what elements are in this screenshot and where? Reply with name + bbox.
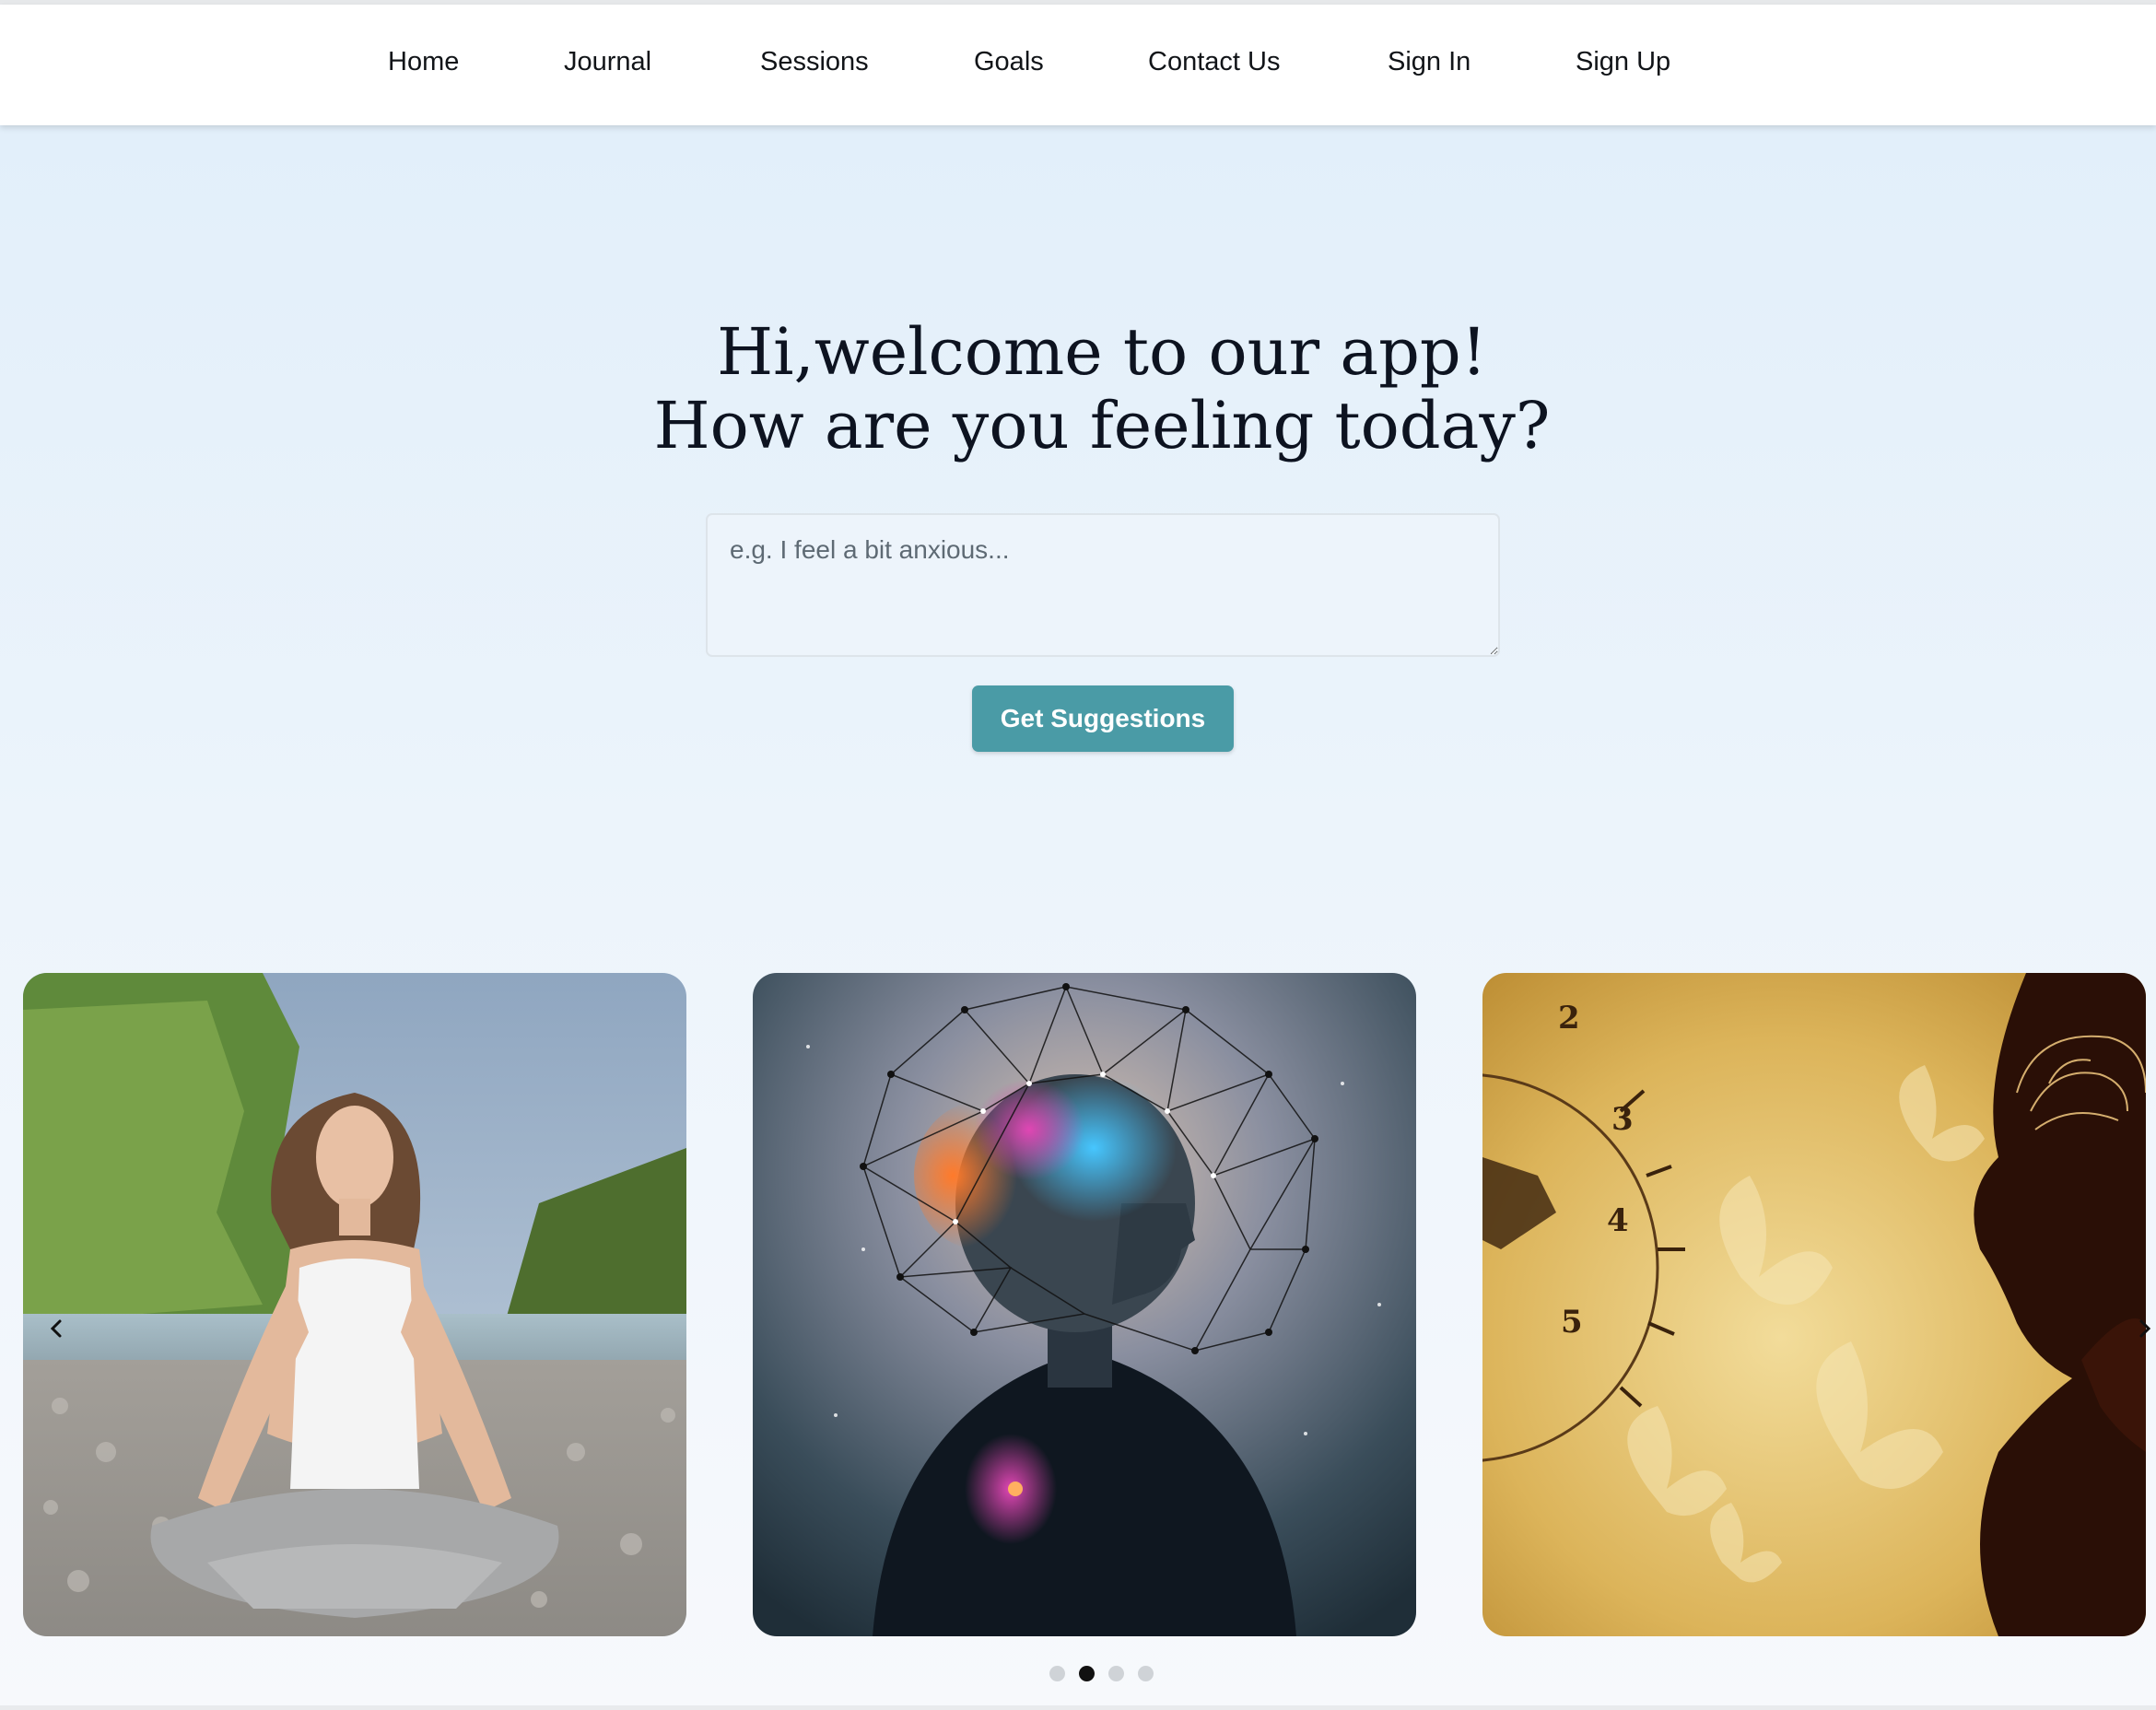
mood-input[interactable] bbox=[706, 513, 1500, 657]
carousel-next-button[interactable] bbox=[2136, 1310, 2156, 1347]
svg-text:4: 4 bbox=[1607, 1202, 1629, 1239]
svg-text:3: 3 bbox=[1611, 1101, 1634, 1138]
carousel-dot-4[interactable] bbox=[1138, 1666, 1154, 1681]
welcome-heading: Hi,welcome to our app! How are you feeli… bbox=[0, 315, 2156, 463]
carousel-slide-clock-brain[interactable]: 2 3 4 5 bbox=[1482, 973, 2146, 1636]
nav-contact-us-link[interactable]: Contact Us bbox=[1148, 47, 1280, 77]
nav-home-link[interactable]: Home bbox=[388, 47, 459, 77]
chevron-right-icon bbox=[2139, 1319, 2151, 1338]
meditation-image bbox=[23, 973, 686, 1636]
welcome-heading-line-2: How are you feeling today? bbox=[653, 388, 1551, 463]
nav-sign-up-link[interactable]: Sign Up bbox=[1576, 47, 1670, 77]
chevron-left-icon bbox=[50, 1319, 62, 1338]
neural-head-image bbox=[753, 973, 1416, 1636]
clock-brain-image: 2 3 4 5 bbox=[1482, 973, 2146, 1636]
carousel-slide-neural-head[interactable] bbox=[753, 973, 1416, 1636]
top-navbar: Home Journal Sessions Goals Contact Us S… bbox=[0, 5, 2156, 125]
nav-sessions-link[interactable]: Sessions bbox=[760, 47, 869, 77]
carousel-prev-button[interactable] bbox=[43, 1310, 69, 1347]
bottom-border bbox=[0, 1705, 2156, 1710]
svg-text:2: 2 bbox=[1558, 1000, 1580, 1037]
get-suggestions-button[interactable]: Get Suggestions bbox=[972, 685, 1234, 752]
carousel-dot-1[interactable] bbox=[1049, 1666, 1065, 1681]
carousel-dot-3[interactable] bbox=[1108, 1666, 1124, 1681]
carousel-slide-meditation[interactable] bbox=[23, 973, 686, 1636]
nav-journal-link[interactable]: Journal bbox=[564, 47, 651, 77]
nav-goals-link[interactable]: Goals bbox=[974, 47, 1044, 77]
nav-sign-in-link[interactable]: Sign In bbox=[1388, 47, 1471, 77]
carousel-dot-2[interactable] bbox=[1079, 1666, 1095, 1681]
svg-text:5: 5 bbox=[1561, 1304, 1583, 1341]
welcome-heading-line-1: Hi,welcome to our app! bbox=[717, 314, 1487, 390]
